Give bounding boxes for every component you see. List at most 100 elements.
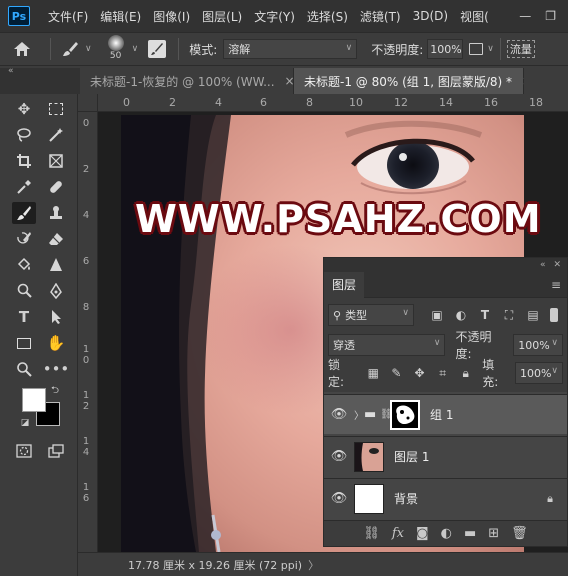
shape-filter-icon[interactable]: ⛶: [500, 306, 518, 324]
chevron-down-icon[interactable]: ∨: [132, 44, 139, 54]
layer-opacity-value: 100%: [518, 338, 550, 352]
blur-tool-icon[interactable]: [44, 254, 68, 276]
zoom-tool-icon[interactable]: [12, 358, 36, 380]
layer-row-group-1[interactable]: 👁︎ 〉 ▬ ⛓ 组 1: [324, 394, 567, 434]
menu-file[interactable]: 文件(F): [42, 8, 94, 25]
quick-mask-icon[interactable]: [12, 440, 36, 462]
eye-icon[interactable]: 👁︎: [324, 407, 354, 422]
mode-value: 溶解: [228, 43, 251, 56]
brush-tool-icon[interactable]: [12, 202, 36, 224]
paint-bucket-tool-icon[interactable]: [12, 254, 36, 276]
layer-opacity-input[interactable]: 100% ∨: [513, 334, 564, 356]
panel-menu-icon[interactable]: ≡: [551, 278, 561, 292]
toolbar-collapse[interactable]: «: [0, 66, 80, 94]
more-tools-icon[interactable]: •••: [43, 358, 70, 380]
eyedropper-tool-icon[interactable]: [12, 176, 36, 198]
lasso-tool-icon[interactable]: [12, 124, 36, 146]
rectangle-tool-icon[interactable]: [12, 332, 36, 354]
brush-size-picker[interactable]: 50: [104, 35, 128, 63]
collapse-panel-icon[interactable]: «: [540, 260, 546, 270]
close-panel-icon[interactable]: ✕: [553, 260, 561, 270]
minimize-icon[interactable]: —: [519, 9, 531, 23]
ruler-origin[interactable]: [78, 94, 98, 112]
link-layers-icon[interactable]: ⛓: [363, 526, 380, 541]
horizontal-ruler[interactable]: 0 2 4 6 8 10 12 14 16 18: [98, 94, 568, 112]
menu-edit[interactable]: 编辑(E): [94, 8, 147, 25]
type-filter-icon[interactable]: T: [476, 306, 494, 324]
brush-icon: [63, 42, 78, 56]
filter-toggle[interactable]: [550, 308, 558, 322]
lock-all-icon[interactable]: 🔒︎: [457, 364, 474, 382]
swap-colors-icon[interactable]: ⮌: [48, 384, 62, 398]
add-mask-icon[interactable]: ◙: [416, 526, 429, 541]
expand-group-icon[interactable]: 〉: [354, 407, 364, 422]
fill-input[interactable]: 100% ∨: [514, 362, 564, 384]
collapse-icon[interactable]: «: [8, 66, 14, 76]
delete-layer-icon[interactable]: 🗑︎: [511, 526, 528, 541]
tab-recovered-document[interactable]: 未标题-1-恢复的 @ 100% (WW... ×: [80, 68, 295, 94]
fill-label: 填充:: [482, 358, 499, 389]
lock-pixels-icon[interactable]: ✎: [388, 364, 405, 382]
restore-icon[interactable]: ❐: [545, 9, 556, 23]
healing-brush-tool-icon[interactable]: [44, 176, 68, 198]
menu-3d[interactable]: 3D(D): [407, 9, 454, 23]
brush-tool-preset[interactable]: ∨: [61, 40, 92, 58]
lock-transparent-icon[interactable]: ▦: [365, 364, 382, 382]
menu-view[interactable]: 视图(: [454, 8, 495, 25]
opacity-input[interactable]: 100%: [427, 39, 464, 59]
dodge-tool-icon[interactable]: [12, 280, 36, 302]
adjustment-filter-icon[interactable]: ◐: [452, 306, 470, 324]
opacity-value: 100%: [430, 42, 462, 56]
screen-mode-icon[interactable]: [44, 440, 68, 462]
brush-settings-icon[interactable]: [148, 40, 167, 58]
photoshop-logo: Ps: [8, 6, 30, 26]
pen-tool-icon[interactable]: [44, 280, 68, 302]
path-selection-tool-icon[interactable]: [44, 306, 68, 328]
vertical-ruler[interactable]: 0 2 4 6 8 1 0 1 2 1 4 1 6: [78, 112, 98, 552]
ruler-left-label: 1 4: [82, 436, 90, 458]
lock-artboard-icon[interactable]: ⌗: [434, 364, 451, 382]
home-icon[interactable]: [0, 41, 44, 57]
chevron-down-icon: ∨: [402, 308, 409, 318]
flow-label: 流量: [506, 40, 535, 58]
eye-icon[interactable]: 👁︎: [324, 491, 354, 506]
menu-select[interactable]: 选择(S): [301, 8, 354, 25]
blend-mode-dropdown[interactable]: 穿透 ∨: [328, 334, 446, 356]
hand-tool-icon[interactable]: ✋: [44, 332, 68, 354]
ruler-top-label: 8: [306, 96, 313, 109]
layer-row-layer-1[interactable]: 👁︎ 图层 1: [324, 436, 567, 476]
frame-tool-icon[interactable]: [44, 150, 68, 172]
crop-tool-icon[interactable]: [12, 150, 36, 172]
layer-name: 背景: [394, 492, 419, 506]
layer-filter-dropdown[interactable]: ⚲ 类型 ∨: [328, 304, 414, 326]
tab-current-document[interactable]: 未标题-1 @ 80% (组 1, 图层蒙版/8) * ×: [294, 68, 532, 94]
new-layer-icon[interactable]: ⊞: [488, 526, 499, 541]
foreground-color-swatch[interactable]: [22, 388, 46, 412]
history-brush-tool-icon[interactable]: [12, 228, 36, 250]
adjustment-layer-icon[interactable]: ◐: [441, 526, 452, 541]
clone-stamp-tool-icon[interactable]: [44, 202, 68, 224]
eraser-tool-icon[interactable]: [44, 228, 68, 250]
smart-object-filter-icon[interactable]: ▤: [524, 306, 542, 324]
chevron-right-icon[interactable]: 〉: [308, 557, 319, 573]
type-tool-icon[interactable]: T: [12, 306, 36, 328]
layer-mask-thumbnail[interactable]: [390, 399, 420, 430]
magic-wand-tool-icon[interactable]: [44, 124, 68, 146]
menu-type[interactable]: 文字(Y): [248, 8, 301, 25]
default-colors-icon[interactable]: ◪: [18, 416, 32, 430]
new-group-icon[interactable]: ▬: [464, 526, 476, 541]
menu-filter[interactable]: 滤镜(T): [354, 8, 407, 25]
tab-layers[interactable]: 图层: [324, 271, 365, 298]
eye-icon[interactable]: 👁︎: [324, 449, 354, 464]
opacity-dropdown-toggle[interactable]: ∨: [469, 43, 494, 55]
link-icon[interactable]: ⛓: [380, 409, 393, 420]
mode-dropdown[interactable]: 溶解 ∨: [223, 39, 358, 59]
marquee-tool-icon[interactable]: [44, 98, 68, 120]
menu-image[interactable]: 图像(I): [147, 8, 196, 25]
menu-layer[interactable]: 图层(L): [196, 8, 248, 25]
lock-position-icon[interactable]: ✥: [411, 364, 428, 382]
fx-icon[interactable]: fx: [392, 526, 404, 541]
move-tool-icon[interactable]: ✥: [12, 98, 36, 120]
layer-row-background[interactable]: 👁︎ 背景 🔒︎: [324, 478, 567, 518]
pixel-filter-icon[interactable]: ▣: [428, 306, 446, 324]
